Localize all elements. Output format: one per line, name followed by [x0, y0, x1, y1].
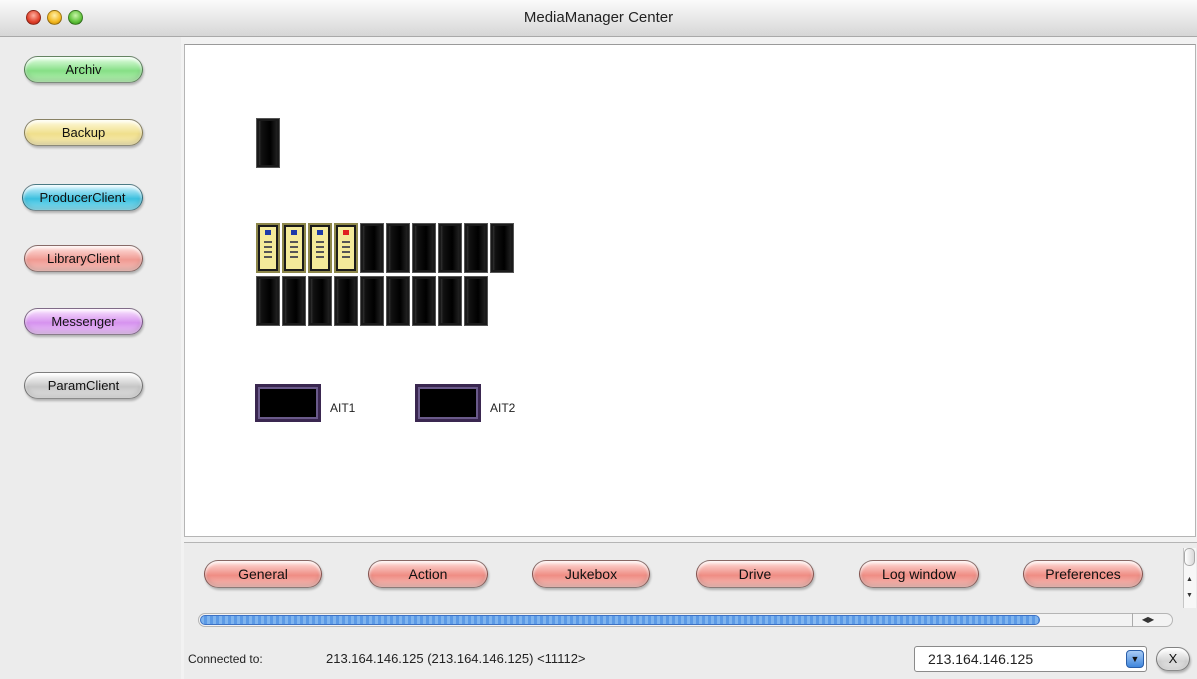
sidebar-button-archiv[interactable]: Archiv — [24, 56, 143, 83]
empty-slot[interactable] — [386, 276, 410, 326]
tape-slot[interactable] — [334, 223, 358, 273]
connected-label: Connected to: — [188, 652, 263, 666]
empty-slot[interactable] — [360, 276, 384, 326]
empty-slot[interactable] — [308, 276, 332, 326]
horizontal-scroll-thumb[interactable] — [200, 615, 1040, 625]
empty-slot[interactable] — [412, 276, 436, 326]
scroll-up-icon[interactable]: ▲ — [1186, 576, 1193, 583]
empty-slot[interactable] — [464, 223, 488, 273]
horizontal-scrollbar[interactable] — [198, 613, 1173, 627]
empty-slot[interactable] — [438, 223, 462, 273]
preferences-button[interactable]: Preferences — [1023, 560, 1143, 588]
jukebox-view: AIT1 AIT2 — [184, 44, 1196, 537]
dropdown-arrow-icon[interactable]: ▼ — [1126, 650, 1144, 668]
empty-slot[interactable] — [438, 276, 462, 326]
sidebar-button-libraryclient[interactable]: LibraryClient — [24, 245, 143, 272]
jukebox-button[interactable]: Jukebox — [532, 560, 650, 588]
empty-slot[interactable] — [386, 223, 410, 273]
drive-ait2[interactable] — [415, 384, 481, 422]
empty-slot[interactable] — [490, 223, 514, 273]
empty-slot[interactable] — [334, 276, 358, 326]
sidebar-button-backup[interactable]: Backup — [24, 119, 143, 146]
server-select-value: 213.164.146.125 — [928, 651, 1034, 667]
empty-slot[interactable] — [360, 223, 384, 273]
disconnect-button[interactable]: X — [1156, 647, 1190, 671]
drive-label: AIT2 — [490, 401, 516, 415]
sidebar-button-paramclient[interactable]: ParamClient — [24, 372, 143, 399]
action-button[interactable]: Action — [368, 560, 488, 588]
sidebar: Archiv Backup ProducerClient LibraryClie… — [0, 37, 181, 679]
empty-slot[interactable] — [464, 276, 488, 326]
sidebar-button-producerclient[interactable]: ProducerClient — [22, 184, 143, 211]
drive-ait1[interactable] — [255, 384, 321, 422]
empty-slot[interactable] — [282, 276, 306, 326]
drive-button[interactable]: Drive — [696, 560, 814, 588]
status-bar: Connected to: 213.164.146.125 (213.164.1… — [184, 643, 1197, 679]
empty-slot[interactable] — [256, 276, 280, 326]
general-button[interactable]: General — [204, 560, 322, 588]
tape-led-icon — [343, 230, 349, 235]
button-panel: General Action Jukebox Drive Log window … — [184, 542, 1197, 643]
tape-led-icon — [291, 230, 297, 235]
tape-slot[interactable] — [282, 223, 306, 273]
title-bar: MediaManager Center — [0, 0, 1197, 37]
empty-slot[interactable] — [412, 223, 436, 273]
tape-led-icon — [265, 230, 271, 235]
scroll-down-icon[interactable]: ▼ — [1186, 592, 1193, 599]
log-window-button[interactable]: Log window — [859, 560, 979, 588]
tape-slot[interactable] — [308, 223, 332, 273]
sidebar-button-messenger[interactable]: Messenger — [24, 308, 143, 335]
mailslot[interactable] — [256, 118, 280, 168]
drive-label: AIT1 — [330, 401, 356, 415]
tape-led-icon — [317, 230, 323, 235]
scroll-thumb[interactable] — [1184, 548, 1195, 566]
connection-info: 213.164.146.125 (213.164.146.125) <11112… — [326, 651, 586, 666]
server-select[interactable]: 213.164.146.125 ▼ — [914, 646, 1147, 672]
vertical-scrollbar[interactable]: ▲ ▼ — [1183, 548, 1196, 608]
window-title: MediaManager Center — [523, 9, 674, 26]
tape-slot[interactable] — [256, 223, 280, 273]
scroll-left-right-icon[interactable]: ◀▶ — [1132, 613, 1163, 627]
